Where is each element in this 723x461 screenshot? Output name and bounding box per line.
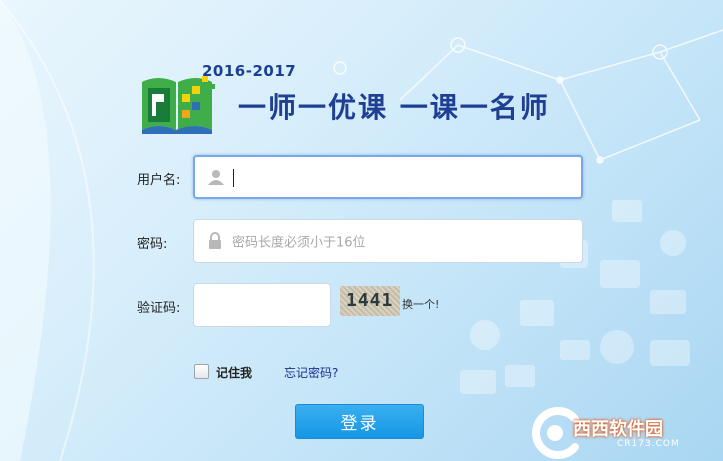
text-caret bbox=[233, 169, 234, 187]
logo-slogan: 一师一优课 一课一名师 bbox=[238, 91, 550, 124]
site-watermark: 西西软件园 CR173.COM bbox=[525, 405, 723, 461]
password-label: 密码: bbox=[137, 237, 168, 252]
refresh-captcha-link[interactable]: 换一个! bbox=[402, 296, 439, 312]
password-placeholder: 密码长度必须小于16位 bbox=[232, 235, 366, 251]
captcha-label: 验证码: bbox=[137, 301, 181, 316]
watermark-domain: CR173.COM bbox=[617, 439, 680, 449]
captcha-image[interactable]: 1441 bbox=[340, 286, 400, 316]
logo-year: 2016-2017 bbox=[202, 62, 297, 80]
lock-icon bbox=[209, 232, 221, 249]
username-label: 用户名: bbox=[137, 173, 181, 188]
watermark-brand: 西西软件园 bbox=[573, 419, 663, 440]
forgot-password-link[interactable]: 忘记密码? bbox=[284, 364, 338, 381]
user-icon bbox=[208, 170, 224, 185]
captcha-image-text: 1441 bbox=[346, 290, 394, 311]
password-input[interactable]: 密码长度必须小于16位 bbox=[193, 219, 583, 263]
captcha-input[interactable] bbox=[193, 283, 331, 327]
app-logo: 2016-2017 一师一优课 一课一名师 bbox=[138, 62, 598, 134]
remember-me-label[interactable]: 记住我 bbox=[216, 364, 252, 381]
username-input[interactable] bbox=[193, 155, 583, 199]
book-logo-icon bbox=[142, 76, 215, 134]
login-button[interactable]: 登录 bbox=[295, 404, 424, 439]
remember-me-checkbox[interactable] bbox=[194, 364, 209, 379]
